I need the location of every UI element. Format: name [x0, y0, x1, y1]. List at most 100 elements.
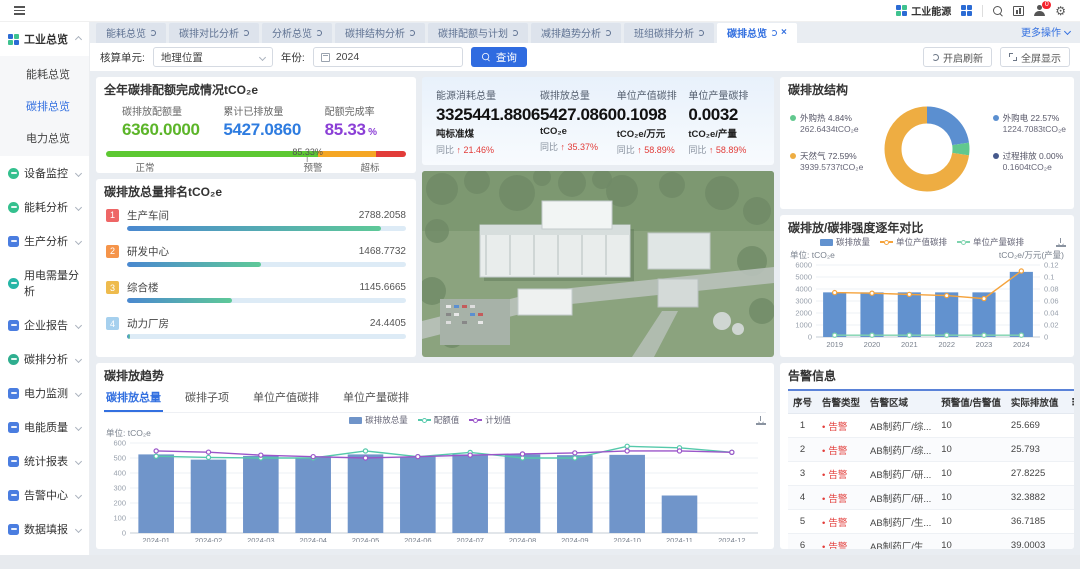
rank-bar-track — [127, 262, 406, 267]
tab-refresh-icon[interactable] — [512, 30, 518, 36]
tab-refresh-icon[interactable] — [243, 30, 249, 36]
alarm-threshold: 10 — [936, 462, 1006, 486]
legend-item-单位产量碳排[interactable]: 单位产量碳排 — [957, 236, 1024, 248]
collapse-sidebar-icon[interactable] — [14, 6, 25, 15]
sidebar-item-告警中心[interactable]: 告警中心 — [0, 478, 89, 512]
donut-legend-right: 外购电 22.57%1224.7083tCO₂e 过程排放 0.00%0.1604… — [993, 113, 1066, 173]
download-icon[interactable] — [1056, 238, 1066, 247]
tab-碳排结构分析[interactable]: 碳排结构分析 — [335, 23, 425, 43]
sidebar-group-industry-overview[interactable]: 工业总览 — [0, 22, 89, 56]
tab-碳排对比分析[interactable]: 碳排对比分析 — [169, 23, 259, 43]
settings-gear-icon[interactable]: ⚙ — [1055, 5, 1066, 17]
sidebar-item-用电需量分析[interactable]: 用电需量分析 — [0, 258, 89, 308]
sidebar-item-电力监测[interactable]: 电力监测 — [0, 376, 89, 410]
tab-refresh-icon[interactable] — [771, 30, 777, 36]
app-switcher[interactable]: 工业能源 — [896, 3, 951, 18]
legend-item-碳排放总量[interactable]: 碳排放总量 — [349, 414, 408, 426]
quota-stat-label: 配额完成率 — [325, 103, 408, 118]
tab-碳排配额与计划[interactable]: 碳排配额与计划 — [428, 23, 528, 43]
legend-dot — [790, 153, 796, 159]
sidebar-item-电能质量[interactable]: 电能质量 — [0, 410, 89, 444]
tab-分析总览[interactable]: 分析总览 — [262, 23, 332, 43]
more-operations-button[interactable]: 更多操作 — [1021, 24, 1070, 43]
alarm-actual: 36.7185 — [1006, 510, 1064, 534]
svg-text:2000: 2000 — [795, 309, 812, 318]
quota-stat-label: 累计已排放量 — [223, 103, 306, 118]
legend-item-配额值[interactable]: 配额值 — [418, 414, 460, 426]
tab-减排趋势分析[interactable]: 减排趋势分析 — [531, 23, 621, 43]
alarm-type-badge: 告警 — [822, 518, 847, 529]
legend-line-swatch — [418, 418, 431, 423]
tab-refresh-icon[interactable] — [150, 30, 156, 36]
sidebar-item-碳排总览[interactable]: 碳排总览 — [0, 90, 89, 122]
tab-refresh-icon[interactable] — [409, 30, 415, 36]
tab-班组碳排分析[interactable]: 班组碳排分析 — [624, 23, 714, 43]
factory-aerial-image — [422, 171, 774, 357]
tab-refresh-icon[interactable] — [605, 30, 611, 36]
sidebar: 工业总览能耗总览碳排总览电力总览设备监控能耗分析生产分析用电需量分析企业报告碳排… — [0, 22, 90, 555]
sidebar-item-设备监控[interactable]: 设备监控 — [0, 156, 89, 190]
svg-text:200: 200 — [113, 499, 126, 508]
legend-item-单位产值碳排[interactable]: 单位产值碳排 — [880, 236, 947, 248]
alarm-col-⋮[interactable]: ⋮ — [1063, 390, 1074, 414]
kpi-unit: tCO₂e/产量 — [688, 126, 760, 140]
notification-badge: 0 — [1042, 1, 1051, 9]
year-input[interactable]: 2024 — [313, 47, 463, 67]
refresh-toggle-button[interactable]: 开启刷新 — [923, 47, 992, 67]
alarm-type-badge: 告警 — [822, 494, 847, 505]
download-icon[interactable] — [756, 416, 766, 425]
alarm-card: 告警信息 序号告警类型告警区域预警值/告警值实际排放值⋮1告警AB制药厂/综..… — [780, 363, 1074, 549]
tab-close-icon[interactable]: × — [781, 28, 787, 38]
svg-text:2022: 2022 — [938, 340, 955, 349]
sidebar-item-企业报告[interactable]: 企业报告 — [0, 308, 89, 342]
alarm-area: AB制药厂/生... — [865, 510, 936, 534]
tab-refresh-icon[interactable] — [316, 30, 322, 36]
legend-item-计划值[interactable]: 计划值 — [469, 414, 511, 426]
tab-bar-row: 能耗总览碳排对比分析分析总览碳排结构分析碳排配额与计划减排趋势分析班组碳排分析碳… — [90, 22, 1080, 43]
tab-refresh-icon[interactable] — [698, 30, 704, 36]
sidebar-item-label: 生产分析 — [24, 233, 68, 249]
alarm-area: AB制药厂/综... — [865, 438, 936, 462]
trend-tab-单位产量碳排[interactable]: 单位产量碳排 — [341, 386, 411, 412]
legend-item-外购热[interactable]: 外购热 4.84%262.6434tCO₂e — [790, 113, 863, 135]
search-button[interactable]: 查询 — [471, 47, 527, 67]
fullscreen-button[interactable]: 全屏显示 — [1000, 47, 1070, 67]
sidebar-item-碳排分析[interactable]: 碳排分析 — [0, 342, 89, 376]
svg-text:0: 0 — [122, 529, 126, 538]
sidebar-item-label: 设备监控 — [24, 165, 68, 181]
sidebar-item-数据填报[interactable]: 数据填报 — [0, 512, 89, 546]
yearly-card-title: 碳排放/碳排强度逐年对比 — [788, 222, 1066, 235]
sidebar-item-能耗总览[interactable]: 能耗总览 — [0, 58, 89, 90]
legend-item-外购电[interactable]: 外购电 22.57%1224.7083tCO₂e — [993, 113, 1066, 135]
unit-select[interactable]: 地理位置 — [153, 47, 273, 67]
ranking-list: 1生产车间2788.20582研发中心1468.77323综合楼1145.666… — [104, 199, 408, 350]
sidebar-item-生产分析[interactable]: 生产分析 — [0, 224, 89, 258]
user-icon[interactable]: 0 — [1034, 5, 1045, 16]
chart-history-icon[interactable] — [1013, 6, 1024, 16]
legend-item-过程排放[interactable]: 过程排放 0.00%0.1604tCO₂e — [993, 151, 1066, 173]
dashboard-content: 全年碳排配额完成情况tCO₂e 碳排放配额量6360.0000累计已排放量542… — [90, 71, 1080, 555]
chevron-down-icon — [75, 423, 82, 430]
legend-line-swatch — [469, 418, 482, 423]
sidebar-item-label: 能耗分析 — [24, 199, 68, 215]
apps-grid-icon[interactable] — [961, 5, 972, 16]
svg-text:0.02: 0.02 — [1044, 321, 1059, 330]
sidebar-item-统计报表[interactable]: 统计报表 — [0, 444, 89, 478]
tab-能耗总览[interactable]: 能耗总览 — [96, 23, 166, 43]
calendar-icon — [321, 53, 330, 62]
rank-badge: 4 — [106, 317, 119, 330]
legend-item-天然气[interactable]: 天然气 72.59%3939.5737tCO₂e — [790, 151, 863, 173]
alarm-type-badge: 告警 — [822, 422, 847, 433]
legend-item-碳排放量[interactable]: 碳排放量 — [820, 236, 870, 248]
svg-text:0.04: 0.04 — [1044, 309, 1059, 318]
trend-tab-碳排子项[interactable]: 碳排子项 — [183, 386, 231, 412]
sidebar-item-label: 用电需量分析 — [24, 267, 81, 299]
progress-segment — [376, 151, 406, 157]
sidebar-item-能耗分析[interactable]: 能耗分析 — [0, 190, 89, 224]
trend-tab-碳排放总量[interactable]: 碳排放总量 — [104, 386, 163, 412]
sidebar-item-电力总览[interactable]: 电力总览 — [0, 122, 89, 154]
search-icon[interactable] — [993, 6, 1003, 16]
tab-碳排总览[interactable]: 碳排总览× — [717, 23, 797, 43]
factory-image-panel — [422, 171, 774, 357]
trend-tab-单位产值碳排[interactable]: 单位产值碳排 — [251, 386, 321, 412]
